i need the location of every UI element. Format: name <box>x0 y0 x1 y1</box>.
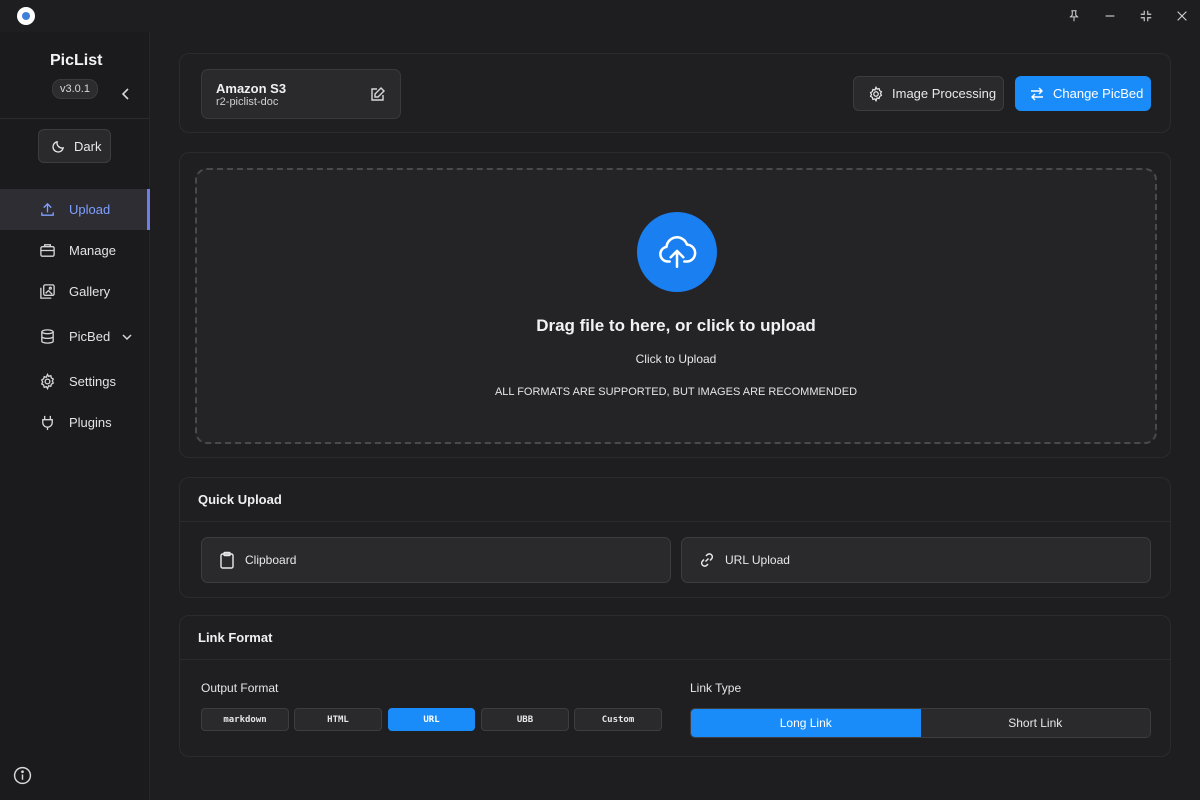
current-picbed-card[interactable]: Amazon S3 r2-piclist-doc <box>201 69 401 119</box>
link-format-title: Link Format <box>180 616 1170 660</box>
title-bar <box>0 0 1200 32</box>
plug-icon <box>42 415 53 431</box>
close-icon[interactable] <box>1164 0 1200 32</box>
upload-icon <box>41 202 54 216</box>
picbed-toolbar: Amazon S3 r2-piclist-doc Image Processin… <box>179 53 1171 133</box>
minimize-icon[interactable] <box>1092 0 1128 32</box>
upload-panel: Drag file to here, or click to upload Cl… <box>179 152 1171 458</box>
format-custom-button[interactable]: Custom <box>574 708 662 731</box>
sidebar-item-picbed[interactable]: PicBed <box>0 312 150 361</box>
short-link-option[interactable]: Short Link <box>920 709 1150 737</box>
image-processing-label: Image Processing <box>892 86 997 101</box>
chevron-down-icon <box>122 333 132 340</box>
info-icon[interactable] <box>13 766 32 785</box>
link-icon <box>700 553 714 567</box>
sidebar-divider <box>0 118 150 119</box>
sidebar-item-label: Manage <box>69 243 116 258</box>
url-upload-label: URL Upload <box>725 553 790 567</box>
theme-toggle-button[interactable]: Dark <box>38 129 111 163</box>
link-type-selector: Long Link Short Link <box>690 708 1151 738</box>
quick-upload-panel: Quick Upload Clipboard URL Upload <box>179 477 1171 598</box>
change-picbed-label: Change PicBed <box>1053 86 1144 101</box>
url-upload-button[interactable]: URL Upload <box>681 537 1151 583</box>
cloud-upload-icon <box>637 212 717 292</box>
restore-icon[interactable] <box>1128 0 1164 32</box>
output-format-label: Output Format <box>201 681 279 695</box>
pin-icon[interactable] <box>1056 0 1092 32</box>
edit-icon[interactable] <box>370 86 386 102</box>
link-type-label: Link Type <box>690 681 742 695</box>
sidebar-item-label: Gallery <box>69 284 111 299</box>
window-controls <box>1056 0 1200 32</box>
sidebar-item-upload[interactable]: Upload <box>0 189 150 230</box>
moon-icon <box>52 140 65 153</box>
upload-dropzone[interactable]: Drag file to here, or click to upload Cl… <box>195 168 1157 444</box>
upload-title: Drag file to here, or click to upload <box>536 316 816 335</box>
picbed-name: Amazon S3 <box>216 81 287 96</box>
image-processing-button[interactable]: Image Processing <box>853 76 1004 111</box>
long-link-option[interactable]: Long Link <box>691 709 921 737</box>
gear-icon <box>40 373 55 390</box>
clipboard-label: Clipboard <box>245 553 297 567</box>
sidebar-item-label: PicBed <box>69 329 111 344</box>
swap-icon <box>1031 87 1043 100</box>
upload-hint: ALL FORMATS ARE SUPPORTED, BUT IMAGES AR… <box>494 386 858 398</box>
clipboard-upload-button[interactable]: Clipboard <box>201 537 671 583</box>
sidebar-item-manage[interactable]: Manage <box>0 230 150 271</box>
app-logo-icon <box>17 7 35 25</box>
chevron-left-icon[interactable] <box>118 86 136 104</box>
sidebar: PicList v3.0.1 Dark Upload Manage Galler… <box>0 32 150 800</box>
format-html-button[interactable]: HTML <box>294 708 382 731</box>
format-markdown-button[interactable]: markdown <box>201 708 289 731</box>
sidebar-nav: Upload Manage Gallery PicBed Settings Pl… <box>0 189 150 443</box>
gear-icon <box>869 85 883 102</box>
sidebar-item-plugins[interactable]: Plugins <box>0 402 150 443</box>
change-picbed-button[interactable]: Change PicBed <box>1015 76 1151 111</box>
sidebar-item-label: Upload <box>69 202 111 217</box>
app-name: PicList <box>50 52 103 69</box>
format-ubb-button[interactable]: UBB <box>481 708 569 731</box>
sidebar-item-settings[interactable]: Settings <box>0 361 150 402</box>
link-format-panel: Link Format Output Format markdown HTML … <box>179 615 1171 757</box>
sidebar-item-label: Settings <box>69 374 116 389</box>
clipboard-icon <box>220 551 234 569</box>
quick-upload-title: Quick Upload <box>180 478 1170 522</box>
brand: PicList v3.0.1 <box>0 52 150 122</box>
briefcase-icon <box>40 244 55 257</box>
picbed-config-name: r2-piclist-doc <box>216 96 279 108</box>
gallery-icon <box>40 284 55 299</box>
version-badge: v3.0.1 <box>52 79 98 99</box>
theme-label: Dark <box>74 138 102 154</box>
sidebar-item-label: Plugins <box>69 415 112 430</box>
database-icon <box>41 329 54 344</box>
format-url-button[interactable]: URL <box>388 708 475 731</box>
sidebar-item-gallery[interactable]: Gallery <box>0 271 150 312</box>
upload-subtitle: Click to Upload <box>635 352 717 366</box>
